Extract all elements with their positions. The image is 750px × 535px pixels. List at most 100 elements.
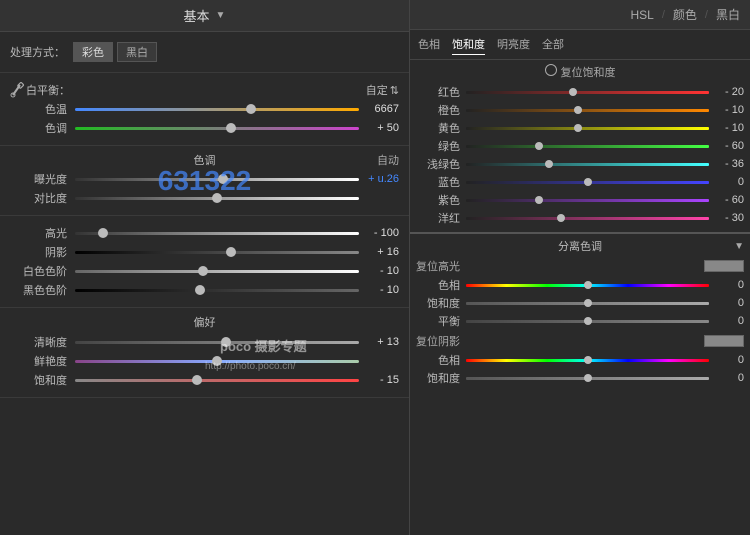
vibrance-label: 鲜艳度 — [10, 353, 75, 369]
clarity-label: 清晰度 — [10, 334, 75, 350]
clarity-row: 清晰度 + 13 — [10, 334, 399, 350]
split-sat-label: 饱和度 — [416, 295, 466, 311]
shadows-label: 阴影 — [10, 244, 75, 260]
hsl-value-purple: - 60 — [709, 194, 744, 206]
contrast-slider[interactable] — [75, 191, 359, 205]
split-shadow-reset[interactable]: 复位阴影 — [416, 333, 460, 349]
split-highlight-reset-row: 复位高光 — [416, 258, 744, 274]
clarity-value: + 13 — [359, 336, 399, 348]
nav-hsl[interactable]: HSL — [631, 8, 654, 22]
hsl-section: 复位饱和度 红色 - 20 橙色 - 10 — [410, 60, 750, 232]
split-shadow-color[interactable] — [704, 335, 744, 347]
split-highlight-color[interactable] — [704, 260, 744, 272]
split-sat-value: 0 — [709, 297, 744, 309]
hsl-value-red: - 20 — [709, 86, 744, 98]
clarity-slider[interactable] — [75, 335, 359, 349]
hsl-slider-purple[interactable] — [466, 195, 709, 205]
hsl-slider-red[interactable] — [466, 87, 709, 97]
split-header: 分离色调 ▼ — [416, 238, 744, 254]
tint-label: 色调 — [10, 120, 75, 136]
tab-brightness[interactable]: 明亮度 — [497, 34, 530, 55]
hsl-value-yellow: - 10 — [709, 122, 744, 134]
highlights-slider[interactable] — [75, 226, 359, 240]
split-shadow-sat-label: 饱和度 — [416, 370, 466, 386]
hsl-row-purple: 紫色 - 60 — [416, 192, 744, 208]
watermark-area: poco 摄影专题 http://photo.poco.cn/ — [0, 398, 409, 535]
dropper-icon[interactable] — [10, 82, 26, 98]
highlights-label: 高光 — [10, 225, 75, 241]
highlights-row: 高光 - 100 — [10, 225, 399, 241]
hsl-label-yellow: 黄色 — [416, 120, 466, 136]
split-hue-row: 色相 0 — [416, 277, 744, 293]
hsl-value-orange: - 10 — [709, 104, 744, 116]
whites-slider[interactable] — [75, 264, 359, 278]
hsl-value-magenta: - 30 — [709, 212, 744, 224]
right-tabs: 色相 饱和度 明亮度 全部 — [410, 30, 750, 60]
hsl-row-red: 红色 - 20 — [416, 84, 744, 100]
split-balance-slider[interactable] — [466, 316, 709, 326]
hsl-slider-orange[interactable] — [466, 105, 709, 115]
shadows-slider[interactable] — [75, 245, 359, 259]
auto-button[interactable]: 自动 — [377, 155, 399, 167]
split-shadow-sat-slider[interactable] — [466, 373, 709, 383]
vibrance-row: 鲜艳度 — [10, 353, 399, 369]
process-row: 处理方式： 彩色 黑白 — [10, 42, 399, 62]
tint-slider[interactable] — [75, 121, 359, 135]
hsl-row-aqua: 浅绿色 - 36 — [416, 156, 744, 172]
tab-all[interactable]: 全部 — [542, 34, 564, 55]
hsl-label-aqua: 浅绿色 — [416, 156, 466, 172]
tab-saturation[interactable]: 饱和度 — [452, 34, 485, 55]
left-panel-title: 基本 — [184, 6, 210, 25]
temp-slider[interactable] — [75, 102, 359, 116]
hsl-slider-blue[interactable] — [466, 177, 709, 187]
hsl-reset-row: 复位饱和度 — [416, 64, 744, 80]
tab-hue[interactable]: 色相 — [418, 34, 440, 55]
split-shadow-hue-slider[interactable] — [466, 355, 709, 365]
bw-button[interactable]: 黑白 — [117, 42, 157, 62]
wb-dropdown-arrow[interactable]: ⇅ — [390, 84, 399, 97]
split-shadow-hue-value: 0 — [709, 354, 744, 366]
left-panel-dropdown-arrow[interactable]: ▼ — [216, 10, 226, 21]
highlights-value: - 100 — [359, 227, 399, 239]
nav-color[interactable]: 颜色 — [673, 6, 697, 23]
temp-value: 6667 — [359, 103, 399, 115]
hs-section: 高光 - 100 阴影 + 16 白色色 — [0, 216, 409, 308]
preference-title-row: 偏好 — [10, 314, 399, 330]
hsl-slider-green[interactable] — [466, 141, 709, 151]
preference-section: 偏好 清晰度 + 13 鲜艳度 — [0, 308, 409, 398]
split-shadow-hue-label: 色相 — [416, 352, 466, 368]
preference-title: 偏好 — [194, 314, 216, 330]
hsl-slider-magenta[interactable] — [466, 213, 709, 223]
hsl-reset-button[interactable]: 复位饱和度 — [561, 64, 616, 80]
main-container: 基本 ▼ 处理方式： 彩色 黑白 白平衡： — [0, 0, 750, 535]
contrast-row: 对比度 — [10, 190, 399, 206]
nav-bw[interactable]: 黑白 — [716, 6, 740, 23]
split-shadow-sat-row: 饱和度 0 — [416, 370, 744, 386]
process-section: 处理方式： 彩色 黑白 — [0, 32, 409, 73]
tone-title: 色调 — [194, 152, 216, 168]
hsl-label-orange: 橙色 — [416, 102, 466, 118]
exposure-slider[interactable] — [75, 172, 359, 186]
split-sat-slider[interactable] — [466, 298, 709, 308]
saturation-slider[interactable] — [75, 373, 359, 387]
split-dropdown-arrow[interactable]: ▼ — [734, 241, 744, 252]
vibrance-slider[interactable] — [75, 354, 359, 368]
split-hue-slider[interactable] — [466, 280, 709, 290]
contrast-label: 对比度 — [10, 190, 75, 206]
color-button[interactable]: 彩色 — [73, 42, 113, 62]
wb-section: 白平衡： 自定 ⇅ 色温 6667 色调 — [0, 73, 409, 146]
blacks-row: 黑色色阶 - 10 — [10, 282, 399, 298]
split-highlight-reset[interactable]: 复位高光 — [416, 258, 460, 274]
split-balance-row: 平衡 0 — [416, 313, 744, 329]
hsl-value-green: - 60 — [709, 140, 744, 152]
hsl-row-magenta: 洋红 - 30 — [416, 210, 744, 226]
blacks-value: - 10 — [359, 284, 399, 296]
blacks-slider[interactable] — [75, 283, 359, 297]
hsl-slider-aqua[interactable] — [466, 159, 709, 169]
split-hue-value: 0 — [709, 279, 744, 291]
hsl-slider-yellow[interactable] — [466, 123, 709, 133]
hsl-value-aqua: - 36 — [709, 158, 744, 170]
temp-row: 色温 6667 — [10, 101, 399, 117]
hsl-circle-icon — [545, 64, 557, 76]
sep2: / — [705, 9, 708, 21]
